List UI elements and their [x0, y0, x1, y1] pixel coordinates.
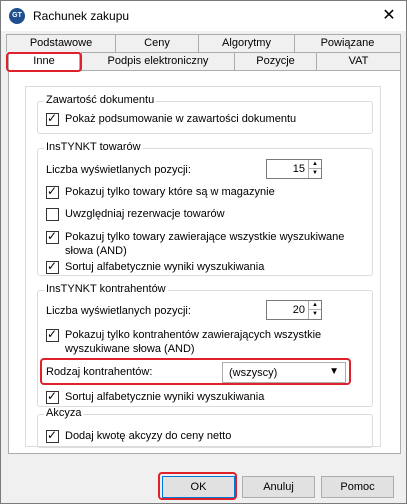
add-excise-label: Dodaj kwotę akcyzy do ceny netto	[65, 430, 232, 442]
stepper-buttons: ▲ ▼	[308, 301, 321, 319]
products-sort-checkbox[interactable]	[46, 259, 59, 274]
group-title: Akcyza	[44, 407, 84, 419]
label-line-2: słowa (AND)	[65, 245, 127, 257]
contractors-count-label: Liczba wyświetlanych pozycji:	[46, 305, 191, 317]
arrow-down-icon[interactable]: ▼	[309, 169, 321, 178]
app-logo-icon: GT	[9, 8, 25, 24]
products-count-value: 15	[292, 163, 305, 175]
tab-podstawowe[interactable]: Podstawowe	[6, 34, 116, 52]
only-in-stock-label: Pokazuj tylko towary które są w magazyni…	[65, 186, 275, 198]
arrow-up-icon[interactable]: ▲	[309, 301, 321, 310]
products-all-words-label: Pokazuj tylko towary zawierające wszystk…	[65, 230, 344, 258]
contractors-sort-option[interactable]: Sortuj alfabetycznie wyniki wyszukiwania	[46, 389, 265, 404]
products-count-label: Liczba wyświetlanych pozycji:	[46, 164, 191, 176]
cancel-button[interactable]: Anuluj	[242, 476, 315, 498]
tab-podpis-elektroniczny[interactable]: Podpis elektroniczny	[81, 52, 235, 70]
contractors-count-value: 20	[292, 304, 305, 316]
contractors-all-words-label: Pokazuj tylko kontrahentów zawierających…	[65, 328, 321, 356]
products-count-stepper[interactable]: 15 ▲ ▼	[266, 159, 322, 179]
contractors-sort-label: Sortuj alfabetycznie wyniki wyszukiwania	[65, 391, 265, 403]
products-sort-option[interactable]: Sortuj alfabetycznie wyniki wyszukiwania	[46, 259, 265, 274]
label-line-1: Pokazuj tylko kontrahentów zawierających…	[65, 329, 322, 341]
arrow-up-icon[interactable]: ▲	[309, 160, 321, 169]
tab-algorytmy[interactable]: Algorytmy	[198, 34, 295, 52]
only-in-stock-option[interactable]: Pokazuj tylko towary które są w magazyni…	[46, 184, 275, 199]
close-icon[interactable]: ✕	[378, 5, 400, 27]
dialog-window: GT Rachunek zakupu ✕ Podstawowe Ceny Alg…	[0, 0, 407, 504]
contractor-type-select[interactable]: (wszyscy) ▼	[222, 362, 346, 383]
group-title: InsTYNKT towarów	[44, 141, 143, 153]
add-excise-checkbox[interactable]	[46, 428, 59, 443]
add-excise-option[interactable]: Dodaj kwotę akcyzy do ceny netto	[46, 428, 232, 443]
only-in-stock-checkbox[interactable]	[46, 184, 59, 199]
window-title: Rachunek zakupu	[33, 9, 130, 23]
contractors-sort-checkbox[interactable]	[46, 389, 59, 404]
show-summary-option[interactable]: Pokaż podsumowanie w zawartości dokument…	[46, 111, 297, 126]
products-all-words-checkbox[interactable]	[46, 229, 59, 244]
contractor-type-label: Rodzaj kontrahentów:	[46, 366, 153, 378]
include-reservations-option[interactable]: Uwzględniaj rezerwacje towarów	[46, 207, 225, 221]
include-reservations-checkbox[interactable]	[46, 208, 59, 221]
show-summary-label: Pokaż podsumowanie w zawartości dokument…	[65, 113, 297, 125]
tab-powiazane[interactable]: Powiązane	[294, 34, 401, 52]
label-line-2: wyszukiwane słowa (AND)	[65, 343, 195, 355]
contractor-type-value: (wszyscy)	[229, 367, 278, 379]
products-sort-label: Sortuj alfabetycznie wyniki wyszukiwania	[65, 261, 265, 273]
help-button[interactable]: Pomoc	[321, 476, 394, 498]
contractors-all-words-checkbox[interactable]	[46, 327, 59, 342]
dropdown-arrow-icon[interactable]: ▼	[329, 366, 339, 377]
arrow-down-icon[interactable]: ▼	[309, 310, 321, 319]
group-title: InsTYNKT kontrahentów	[44, 283, 168, 295]
contractors-count-stepper[interactable]: 20 ▲ ▼	[266, 300, 322, 320]
group-title: Zawartość dokumentu	[44, 94, 157, 106]
ok-button[interactable]: OK	[162, 476, 235, 498]
stepper-buttons: ▲ ▼	[308, 160, 321, 178]
label-line-1: Pokazuj tylko towary zawierające wszystk…	[65, 231, 345, 243]
tab-inne[interactable]: Inne	[8, 52, 80, 71]
contractors-all-words-option[interactable]: Pokazuj tylko kontrahentów zawierających…	[46, 327, 321, 356]
title-bar: GT Rachunek zakupu ✕	[1, 1, 406, 31]
tab-ceny[interactable]: Ceny	[115, 34, 199, 52]
tab-pozycje[interactable]: Pozycje	[234, 52, 317, 70]
tab-vat[interactable]: VAT	[316, 52, 401, 70]
include-reservations-label: Uwzględniaj rezerwacje towarów	[65, 208, 225, 220]
show-summary-checkbox[interactable]	[46, 111, 59, 126]
products-all-words-option[interactable]: Pokazuj tylko towary zawierające wszystk…	[46, 229, 344, 258]
